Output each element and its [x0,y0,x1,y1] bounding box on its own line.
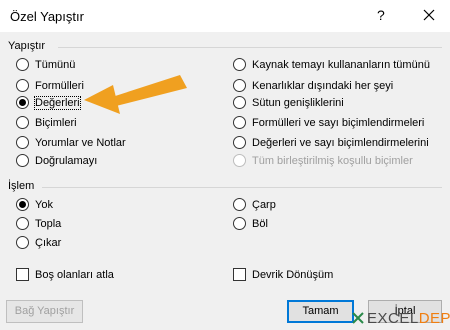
watermark-suffix: DEPO [418,309,450,327]
watermark-logo: EXCELDEPO [352,309,450,327]
watermark-prefix: EXCEL [367,309,419,327]
logo-mark-icon [352,312,364,324]
paste-special-dialog: Özel Yapıştır ? Yapıştır Tümünü Formülle… [0,0,450,330]
annotation-arrow-icon [84,75,187,114]
